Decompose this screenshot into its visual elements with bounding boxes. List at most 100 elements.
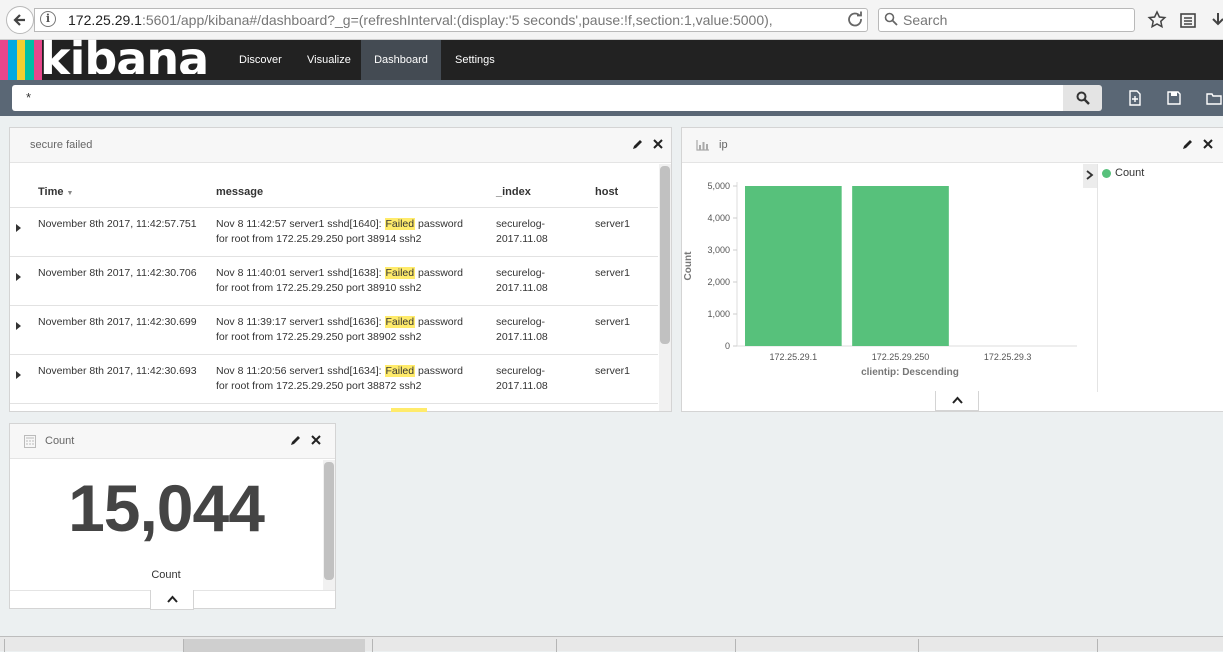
bar-chart-icon xyxy=(696,140,709,151)
site-info-icon[interactable]: i xyxy=(40,11,56,27)
expand-caret-icon[interactable] xyxy=(16,371,21,379)
chevron-right-icon xyxy=(1086,170,1094,180)
taskbar-app[interactable] xyxy=(918,639,1093,652)
time-cell: November 8th 2017, 11:42:57.751 xyxy=(38,218,197,230)
panel-header: Count xyxy=(10,424,335,459)
reading-list-icon[interactable] xyxy=(1178,10,1198,30)
edit-pencil-icon[interactable] xyxy=(632,139,643,150)
close-icon[interactable] xyxy=(653,139,663,149)
x-tick-label: 172.25.29.250 xyxy=(872,352,930,362)
x-tick-label: 172.25.29.3 xyxy=(984,352,1032,362)
host-cell: server1 xyxy=(595,316,631,328)
collapse-toggle[interactable] xyxy=(150,590,194,610)
index-cell: securelog- 2017.11.08 xyxy=(496,316,548,343)
taskbar-app[interactable] xyxy=(372,639,552,652)
tab-dashboard[interactable]: Dashboard xyxy=(361,40,441,80)
panel-header: ip xyxy=(682,128,1223,163)
table-row[interactable]: November 8th 2017, 11:42:30.699 Nov 8 11… xyxy=(10,305,658,354)
index-cell: securelog- 2017.11.08 xyxy=(496,267,548,294)
bar xyxy=(745,186,842,346)
query-bar: * xyxy=(0,80,1223,116)
download-icon[interactable] xyxy=(1208,10,1223,30)
table-row[interactable]: November 8th 2017, 11:42:30.693 Nov 8 11… xyxy=(10,354,658,403)
kibana-logo-stripes xyxy=(0,40,43,80)
panel-title: secure failed xyxy=(30,139,93,151)
metric-value: 15,044 xyxy=(68,471,265,545)
column-header-time[interactable]: Time ▼ xyxy=(38,186,73,198)
taskbar-app[interactable] xyxy=(1097,639,1223,652)
kibana-navbar: kibana Discover Visualize Dashboard Sett… xyxy=(0,34,1223,80)
search-input[interactable]: Search xyxy=(878,8,1135,32)
query-input[interactable]: * xyxy=(12,85,1063,111)
expand-caret-icon[interactable] xyxy=(16,224,21,232)
tab-discover[interactable]: Discover xyxy=(226,40,295,80)
edit-pencil-icon[interactable] xyxy=(1182,139,1193,150)
table-row[interactable]: November 8th 2017, 11:42:30.706 Nov 8 11… xyxy=(10,256,658,305)
query-submit-button[interactable] xyxy=(1063,85,1102,111)
url-path: :5601/app/kibana#/dashboard?_g=(refreshI… xyxy=(141,12,773,28)
save-icon[interactable] xyxy=(1166,90,1182,106)
y-tick-label: 1,000 xyxy=(707,309,730,319)
expand-caret-icon[interactable] xyxy=(16,273,21,281)
column-header-host[interactable]: host xyxy=(595,186,618,198)
legend-toggle[interactable] xyxy=(1083,164,1097,188)
tab-settings[interactable]: Settings xyxy=(442,40,508,80)
y-tick-label: 4,000 xyxy=(707,213,730,223)
column-header-index[interactable]: _index xyxy=(496,186,531,198)
bar xyxy=(852,186,949,346)
y-tick-label: 5,000 xyxy=(707,181,730,191)
legend-item-count[interactable]: Count xyxy=(1102,167,1144,179)
time-cell: November 8th 2017, 11:42:30.693 xyxy=(38,365,197,377)
panel-header: secure failed xyxy=(10,128,671,163)
url-host: 172.25.29.1 xyxy=(68,12,142,28)
kibana-logo[interactable]: kibana xyxy=(40,34,208,74)
y-axis-label: Count xyxy=(683,251,694,281)
new-dashboard-icon[interactable] xyxy=(1127,90,1143,106)
highlight: Failed xyxy=(384,267,416,279)
highlight: Failed xyxy=(384,365,416,377)
chevron-up-icon xyxy=(167,595,178,603)
legend-dot-icon xyxy=(1102,168,1111,178)
chevron-up-icon xyxy=(952,396,963,404)
bar-chart: 0 1,000 2,000 3,000 4,000 5,000 Count 172.25.29… xyxy=(683,181,1077,378)
legend-label: Count xyxy=(1115,167,1145,179)
host-cell: server1 xyxy=(595,267,631,279)
metric-scrollbar[interactable] xyxy=(323,460,335,590)
open-folder-icon[interactable] xyxy=(1206,90,1222,106)
os-taskbar xyxy=(0,636,1223,652)
column-header-message[interactable]: message xyxy=(216,186,263,198)
message-cell: Nov 8 11:42:57 server1 sshd[1640]: Faile… xyxy=(216,218,463,245)
collapse-toggle[interactable] xyxy=(935,391,979,411)
taskbar-terminal[interactable] xyxy=(4,639,32,652)
close-icon[interactable] xyxy=(1203,139,1213,149)
url-bar[interactable]: 172.25.29.1:5601/app/kibana#/dashboard?_… xyxy=(34,8,868,32)
search-icon xyxy=(1076,91,1090,105)
taskbar-app[interactable] xyxy=(556,639,731,652)
taskbar-firefox[interactable] xyxy=(183,639,365,652)
x-tick-label: 172.25.29.1 xyxy=(770,352,818,362)
host-cell: server1 xyxy=(595,218,631,230)
close-icon[interactable] xyxy=(311,435,321,445)
index-cell: securelog- 2017.11.08 xyxy=(496,218,548,245)
table-scrollbar[interactable] xyxy=(659,164,671,411)
host-cell: server1 xyxy=(595,365,631,377)
time-cell: November 8th 2017, 11:42:30.699 xyxy=(38,316,197,328)
doc-table: Time ▼ message _index host November 8th … xyxy=(10,164,658,412)
bookmark-star-icon[interactable] xyxy=(1147,10,1167,30)
tab-visualize[interactable]: Visualize xyxy=(294,40,364,80)
message-cell: Nov 8 11:40:01 server1 sshd[1638]: Faile… xyxy=(216,267,463,294)
back-arrow-icon xyxy=(13,14,25,26)
taskbar-app[interactable] xyxy=(735,639,915,652)
table-row[interactable]: November 8th 2017, 11:42:57.751 Nov 8 11… xyxy=(10,207,658,256)
highlight: Failed xyxy=(384,316,416,328)
expand-caret-icon[interactable] xyxy=(16,322,21,330)
message-cell: Nov 8 11:39:17 server1 sshd[1636]: Faile… xyxy=(216,316,463,343)
table-row-partial xyxy=(10,403,658,412)
highlight: Failed xyxy=(384,218,416,230)
reload-icon[interactable] xyxy=(846,10,864,28)
time-cell: November 8th 2017, 11:42:30.706 xyxy=(38,267,197,279)
index-cell: securelog- 2017.11.08 xyxy=(496,365,548,392)
edit-pencil-icon[interactable] xyxy=(290,435,301,446)
y-tick-label: 3,000 xyxy=(707,245,730,255)
back-button[interactable] xyxy=(6,6,34,34)
